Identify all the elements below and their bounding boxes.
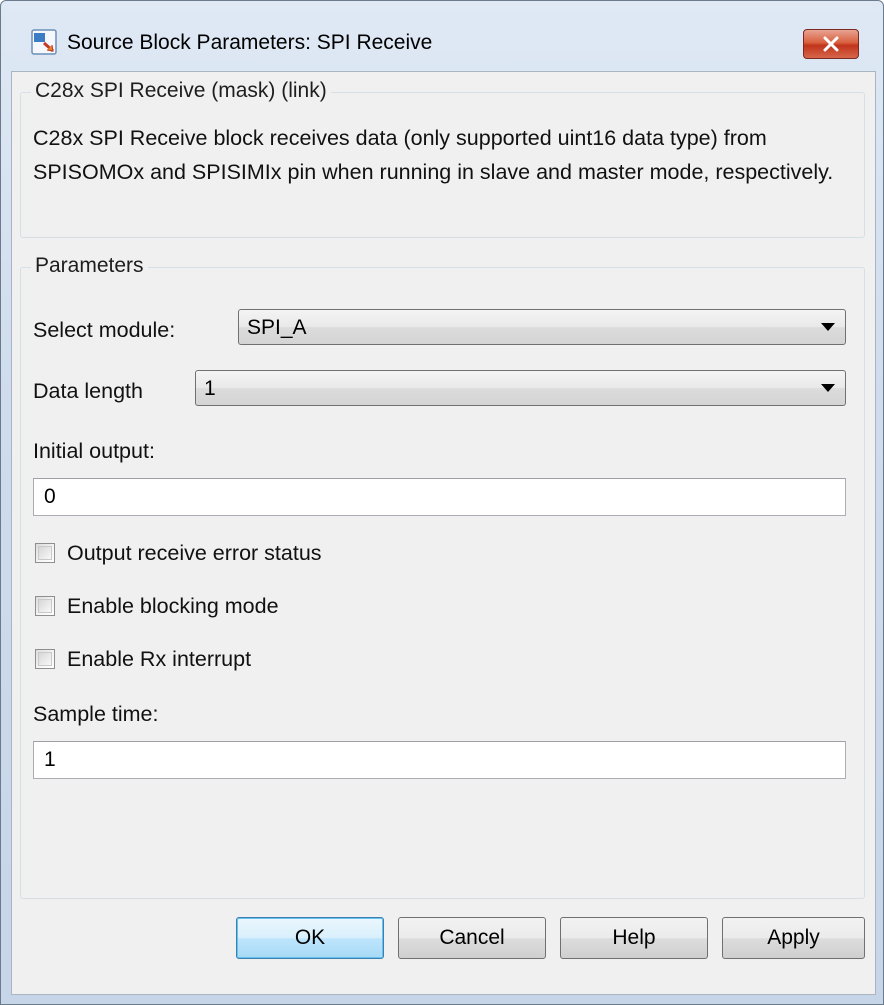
parameters-legend: Parameters (31, 254, 148, 278)
initial-output-input[interactable] (34, 479, 845, 515)
ok-button[interactable]: OK (236, 917, 384, 959)
enable-rx-interrupt-checkbox[interactable] (35, 649, 55, 669)
description-text: C28x SPI Receive block receives data (on… (33, 126, 834, 184)
data-length-value: 1 (204, 377, 216, 400)
chevron-down-icon (821, 384, 835, 392)
data-length-label: Data length (33, 379, 143, 403)
enable-rx-interrupt-label[interactable]: Enable Rx interrupt (67, 647, 251, 672)
dialog-client-area: C28x SPI Receive (mask) (link) C28x SPI … (11, 71, 876, 995)
simulink-block-icon (31, 29, 57, 55)
select-module-dropdown[interactable]: SPI_A (238, 309, 846, 345)
apply-button[interactable]: Apply (722, 917, 865, 959)
parameters-group: Parameters Select module: SPI_A Data len… (20, 254, 865, 899)
window-title: Source Block Parameters: SPI Receive (67, 31, 433, 54)
cancel-button[interactable]: Cancel (398, 917, 546, 959)
initial-output-label: Initial output: (33, 439, 155, 463)
description-group: C28x SPI Receive (mask) (link) C28x SPI … (20, 79, 865, 238)
close-icon (822, 36, 840, 52)
title-bar[interactable]: Source Block Parameters: SPI Receive (1, 1, 883, 79)
sample-time-input[interactable] (34, 742, 845, 778)
help-button[interactable]: Help (560, 917, 708, 959)
enable-blocking-mode-checkbox[interactable] (35, 596, 55, 616)
initial-output-field[interactable] (33, 478, 846, 516)
sample-time-field[interactable] (33, 741, 846, 779)
select-module-value: SPI_A (247, 316, 307, 339)
close-button[interactable] (803, 29, 859, 59)
description-legend: C28x SPI Receive (mask) (link) (31, 79, 331, 103)
select-module-label: Select module: (33, 318, 176, 342)
output-receive-error-status-checkbox[interactable] (35, 543, 55, 563)
dialog-window: Source Block Parameters: SPI Receive C28… (0, 0, 884, 1005)
sample-time-label: Sample time: (33, 702, 159, 726)
enable-blocking-mode-label[interactable]: Enable blocking mode (67, 594, 279, 619)
chevron-down-icon (821, 323, 835, 331)
data-length-dropdown[interactable]: 1 (195, 370, 846, 406)
output-receive-error-status-label[interactable]: Output receive error status (67, 541, 322, 566)
